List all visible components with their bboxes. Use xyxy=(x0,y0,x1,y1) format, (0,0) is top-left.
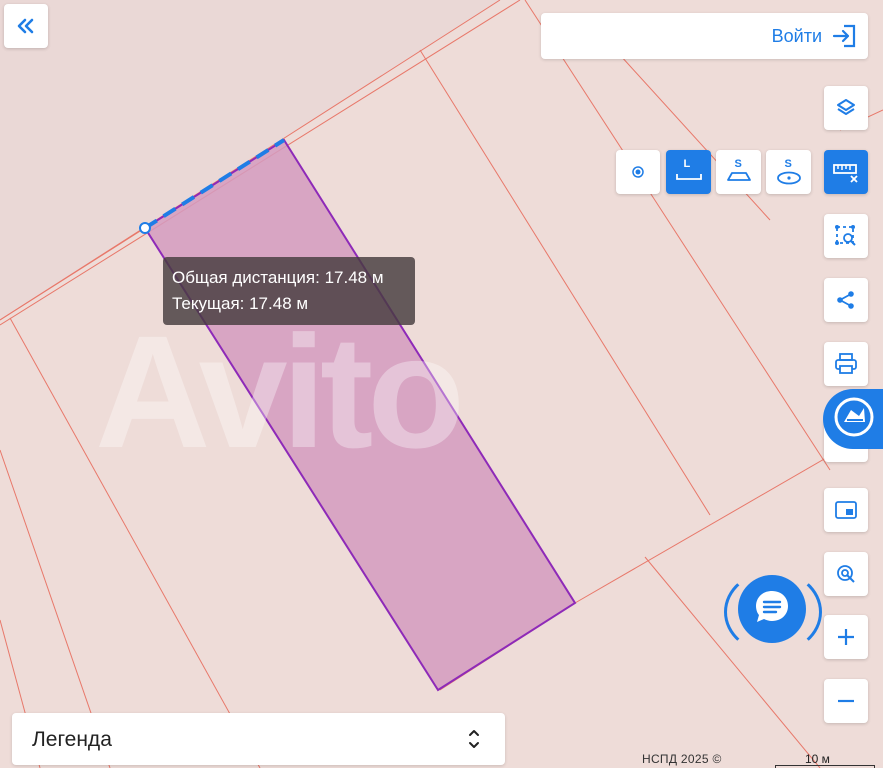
measure-point-button[interactable] xyxy=(616,150,660,194)
avito-chat-icon xyxy=(833,396,875,443)
area-S-icon: S xyxy=(724,158,754,186)
line-tool-label: L xyxy=(683,158,691,170)
legend-dropdown[interactable]: Легенда xyxy=(12,713,505,765)
zoom-out-button[interactable] xyxy=(824,679,868,723)
area-tool-label: S xyxy=(734,158,742,170)
select-area-icon xyxy=(834,224,858,248)
sign-in-icon xyxy=(832,24,858,53)
layers-button[interactable] xyxy=(824,86,868,130)
point-icon xyxy=(631,165,645,179)
login-button[interactable]: Войти xyxy=(541,13,868,59)
ruler-close-icon xyxy=(833,161,859,183)
circle-tool-label: S xyxy=(784,158,792,170)
total-distance-text: Общая дистанция: 17.48 м xyxy=(172,268,384,287)
measure-circle-button[interactable]: S xyxy=(766,150,811,194)
locate-icon xyxy=(835,563,857,585)
double-chevron-left-icon xyxy=(16,18,36,34)
minimap-button[interactable] xyxy=(824,488,868,532)
chat-button[interactable] xyxy=(738,575,806,643)
plus-icon xyxy=(836,627,856,647)
map-attribution: НСПД 2025 © xyxy=(642,752,722,766)
measure-area-button[interactable]: S xyxy=(716,150,761,194)
zoom-in-button[interactable] xyxy=(824,615,868,659)
measure-line-button[interactable]: L xyxy=(666,150,711,194)
locate-button[interactable] xyxy=(824,552,868,596)
chevron-up-down-icon xyxy=(467,727,481,756)
distance-tooltip: Общая дистанция: 17.48 м Текущая: 17.48 … xyxy=(163,257,415,325)
measure-start-point[interactable] xyxy=(139,222,151,234)
ruler-button[interactable] xyxy=(824,150,868,194)
share-button[interactable] xyxy=(824,278,868,322)
layers-icon xyxy=(835,97,857,119)
avito-watermark: Avito xyxy=(95,302,465,481)
scale-label: 10 м xyxy=(805,752,830,766)
share-icon xyxy=(835,289,857,311)
avito-badge[interactable] xyxy=(823,389,883,449)
minus-icon xyxy=(836,691,856,711)
minimap-icon xyxy=(834,500,858,520)
current-distance-text: Текущая: 17.48 м xyxy=(172,294,309,313)
line-L-icon: L xyxy=(674,158,704,186)
collapse-panel-button[interactable] xyxy=(4,4,48,48)
select-area-button[interactable] xyxy=(824,214,868,258)
chat-icon xyxy=(752,587,792,632)
login-label: Войти xyxy=(771,26,822,46)
print-icon xyxy=(834,353,858,375)
legend-label: Легенда xyxy=(32,728,112,751)
print-button[interactable] xyxy=(824,342,868,386)
circle-S-icon: S xyxy=(774,158,804,186)
